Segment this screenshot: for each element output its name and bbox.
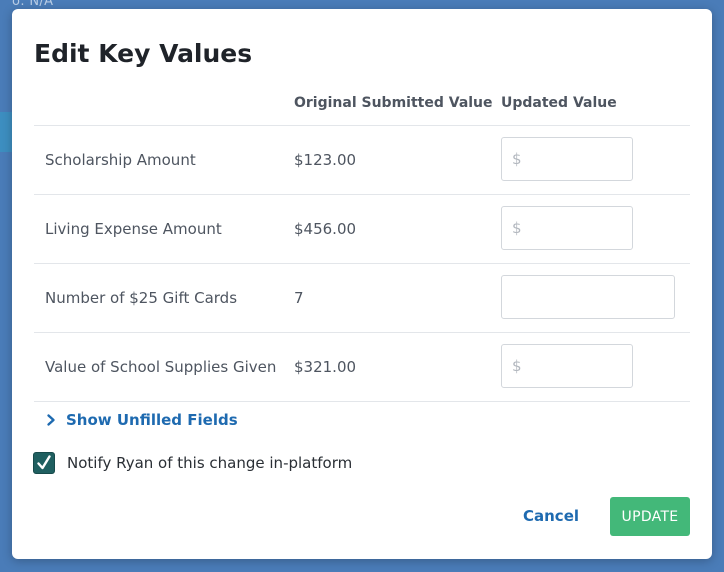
show-unfilled-fields-label: Show Unfilled Fields <box>66 411 238 429</box>
notify-label: Notify Ryan of this change in-platform <box>67 454 353 472</box>
scholarship-amount-input[interactable] <box>501 137 633 181</box>
row-label: Value of School Supplies Given <box>45 358 277 376</box>
row-label: Number of $25 Gift Cards <box>45 289 238 307</box>
row-label: Living Expense Amount <box>45 220 222 238</box>
show-unfilled-fields-toggle[interactable]: Show Unfilled Fields <box>44 411 238 429</box>
notify-option: Notify Ryan of this change in-platform <box>33 452 352 474</box>
edit-key-values-dialog: Edit Key Values Original Submitted Value… <box>12 9 712 559</box>
key-values-table: Scholarship Amount $123.00 Living Expens… <box>34 125 690 402</box>
backdrop-button-fragment <box>0 112 12 152</box>
living-expense-amount-input[interactable] <box>501 206 633 250</box>
column-header-updated: Updated Value <box>501 95 617 111</box>
table-row: Scholarship Amount $123.00 <box>34 126 690 195</box>
dialog-title: Edit Key Values <box>34 39 253 68</box>
table-row: Living Expense Amount $456.00 <box>34 195 690 264</box>
table-row: Value of School Supplies Given $321.00 <box>34 333 690 402</box>
original-value: 7 <box>294 289 304 307</box>
original-value: $456.00 <box>294 220 357 238</box>
checkmark-icon <box>37 455 51 470</box>
original-value: $123.00 <box>294 151 357 169</box>
school-supplies-value-input[interactable] <box>501 344 633 388</box>
chevron-right-icon <box>47 414 55 426</box>
cancel-button[interactable]: Cancel <box>523 503 579 529</box>
backdrop-fragment-text: o: N/A <box>12 0 54 9</box>
update-button[interactable]: UPDATE <box>610 497 690 536</box>
gift-cards-count-input[interactable] <box>501 275 675 319</box>
original-value: $321.00 <box>294 358 357 376</box>
table-row: Number of $25 Gift Cards 7 <box>34 264 690 333</box>
row-label: Scholarship Amount <box>45 151 196 169</box>
notify-checkbox[interactable] <box>33 452 55 474</box>
column-header-original: Original Submitted Value <box>294 95 493 111</box>
